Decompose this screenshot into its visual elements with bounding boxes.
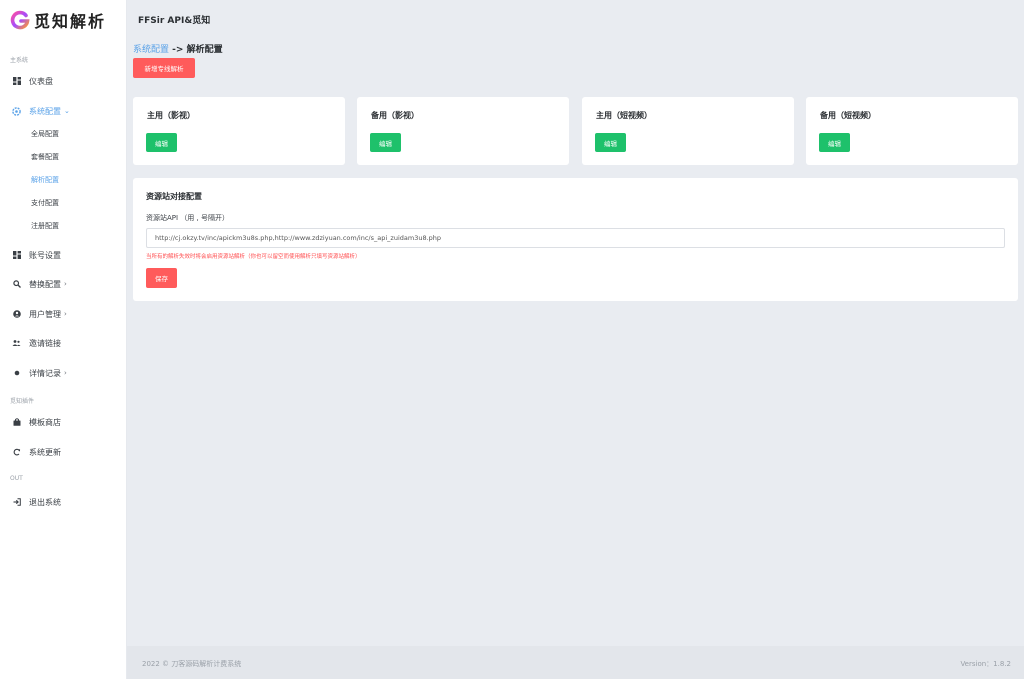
sidebar-item-system-update[interactable]: 系统更新 bbox=[12, 445, 61, 459]
chevron-right-icon: › bbox=[64, 280, 67, 288]
card-backup-video: 备用（影视） 编辑 bbox=[357, 97, 569, 165]
sidebar-subitem-parse-config[interactable]: 解析配置 bbox=[31, 175, 59, 185]
save-button[interactable]: 保存 bbox=[146, 268, 177, 288]
user-circle-icon bbox=[12, 310, 21, 319]
sidebar-item-account-settings[interactable]: 账号设置 bbox=[12, 248, 61, 262]
top-header: FFSir API&觅知 bbox=[127, 0, 1024, 38]
card-title: 主用（短视频） bbox=[596, 111, 652, 120]
footer-version: Version：1.8.2 bbox=[960, 660, 1011, 668]
edit-button[interactable]: 编辑 bbox=[146, 133, 177, 152]
panel-title: 资源站对接配置 bbox=[146, 192, 202, 201]
breadcrumb: 系统配置 -> 解析配置 bbox=[133, 42, 223, 55]
sidebar-item-label: 替换配置 bbox=[29, 279, 61, 289]
card-title: 备用（影视） bbox=[371, 111, 419, 120]
sidebar-item-invite-link[interactable]: 邀请链接 bbox=[12, 336, 61, 350]
resource-api-input[interactable] bbox=[146, 228, 1005, 248]
refresh-icon bbox=[12, 448, 21, 457]
edit-button[interactable]: 编辑 bbox=[595, 133, 626, 152]
logo[interactable]: 觅知解析 bbox=[10, 9, 106, 31]
search-icon bbox=[12, 280, 21, 289]
card-title: 主用（影视） bbox=[147, 111, 195, 120]
sidebar-item-label: 模板商店 bbox=[29, 417, 61, 427]
dashboard-icon bbox=[12, 77, 21, 86]
api-field-label: 资源站API （用 , 号隔开） bbox=[146, 214, 229, 222]
sidebar-item-label: 仪表盘 bbox=[29, 76, 53, 86]
sidebar-subitem-register-config[interactable]: 注册配置 bbox=[31, 221, 59, 231]
logo-g-icon bbox=[10, 10, 30, 30]
edit-button[interactable]: 编辑 bbox=[819, 133, 850, 152]
sidebar-item-label: 邀请链接 bbox=[29, 338, 61, 348]
chevron-right-icon: › bbox=[64, 310, 67, 318]
sidebar-subitem-package-config[interactable]: 套餐配置 bbox=[31, 152, 59, 162]
sidebar-item-label: 用户管理 bbox=[29, 309, 61, 319]
breadcrumb-parent-link[interactable]: 系统配置 bbox=[133, 45, 169, 55]
sidebar-item-label: 系统更新 bbox=[29, 447, 61, 457]
sidebar-item-replace-config[interactable]: 替换配置 › bbox=[12, 277, 67, 291]
api-hint-text: 当所有的解析失效时将会启用资源站解析（你也可以留空而使用解析只填写资源站解析） bbox=[146, 254, 361, 260]
grid-icon bbox=[12, 251, 21, 260]
chevron-right-icon: › bbox=[64, 369, 67, 377]
sidebar-subitem-global-config[interactable]: 全局配置 bbox=[31, 129, 59, 139]
footer-copyright: 2022 © 刀客源码解析计费系统 bbox=[142, 660, 242, 668]
logo-text: 觅知解析 bbox=[34, 12, 107, 31]
add-dedicated-parse-button[interactable]: 新增专线解析 bbox=[133, 58, 195, 78]
footer: 2022 © 刀客源码解析计费系统 Version：1.8.2 bbox=[127, 646, 1024, 679]
resource-site-panel: 资源站对接配置 资源站API （用 , 号隔开） 当所有的解析失效时将会启用资源… bbox=[133, 178, 1018, 301]
header-title: FFSir API&觅知 bbox=[138, 16, 211, 26]
sidebar-item-label: 详情记录 bbox=[29, 368, 61, 378]
sidebar-item-system-config[interactable]: 系统配置 ⌄ bbox=[12, 104, 70, 118]
dot-icon bbox=[12, 369, 21, 378]
sidebar-item-label: 退出系统 bbox=[29, 497, 61, 507]
sidebar-subitem-payment-config[interactable]: 支付配置 bbox=[31, 198, 59, 208]
sidebar-item-user-management[interactable]: 用户管理 › bbox=[12, 307, 67, 321]
sidebar-item-label: 系统配置 bbox=[29, 106, 61, 116]
users-icon bbox=[12, 339, 21, 348]
logout-icon bbox=[12, 498, 21, 507]
edit-button[interactable]: 编辑 bbox=[370, 133, 401, 152]
sidebar-item-logout[interactable]: 退出系统 bbox=[12, 495, 61, 509]
sidebar-item-template-store[interactable]: 模板商店 bbox=[12, 415, 61, 429]
card-primary-video: 主用（影视） 编辑 bbox=[133, 97, 345, 165]
sidebar-item-dashboard[interactable]: 仪表盘 bbox=[12, 74, 53, 88]
card-primary-short-video: 主用（短视频） 编辑 bbox=[582, 97, 794, 165]
sidebar-item-label: 账号设置 bbox=[29, 250, 61, 260]
breadcrumb-current: 解析配置 bbox=[186, 45, 223, 55]
sidebar-item-detail-records[interactable]: 详情记录 › bbox=[12, 366, 67, 380]
nav-section-store: 觅知插件 bbox=[10, 398, 35, 405]
sidebar: 觅知解析 主系统 仪表盘 系统配置 ⌄ 全局配置 套餐配置 解析配置 支付配置 … bbox=[0, 0, 127, 679]
nav-section-out: OUT bbox=[10, 475, 23, 482]
card-backup-short-video: 备用（短视频） 编辑 bbox=[806, 97, 1018, 165]
nav-section-main: 主系统 bbox=[10, 57, 29, 64]
card-title: 备用（短视频） bbox=[820, 111, 876, 120]
bag-icon bbox=[12, 418, 21, 427]
settings-icon bbox=[12, 106, 21, 116]
breadcrumb-separator: -> bbox=[169, 45, 187, 55]
chevron-down-icon: ⌄ bbox=[64, 107, 70, 115]
